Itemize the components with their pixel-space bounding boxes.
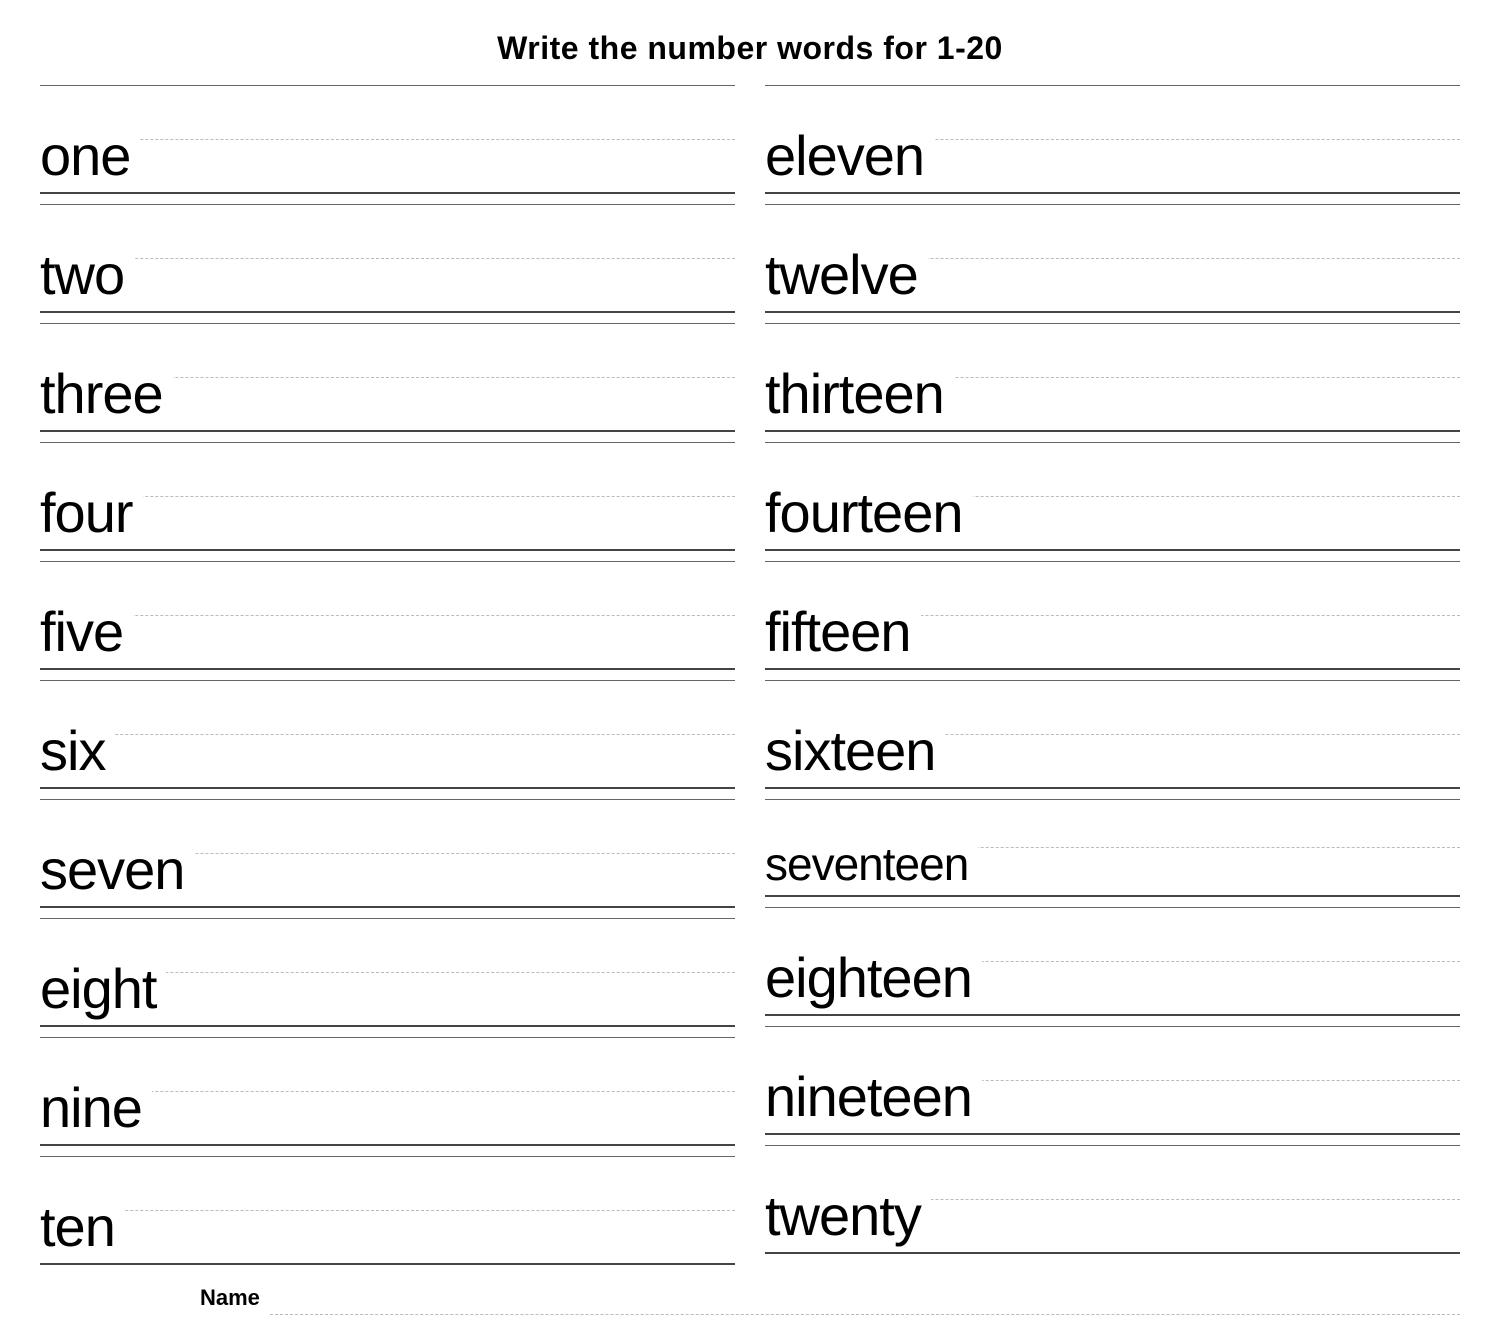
top-line-four <box>40 442 735 443</box>
entry-five: five <box>40 561 735 674</box>
entry-seventeen: seventeen <box>765 799 1460 901</box>
entry-main-ten: ten <box>40 1156 735 1265</box>
entry-nine: nine <box>40 1037 735 1150</box>
entry-main-fourteen: fourteen <box>765 442 1460 551</box>
entry-twelve: twelve <box>765 204 1460 317</box>
entry-main-one: one <box>40 85 735 194</box>
worksheet: Write the number words for 1-20 one two th… <box>40 30 1460 1315</box>
entry-main-fifteen: fifteen <box>765 561 1460 670</box>
entry-main-two: two <box>40 204 735 313</box>
word-label-twelve: twelve <box>765 242 928 311</box>
word-label-nine: nine <box>40 1075 152 1144</box>
entry-two: two <box>40 204 735 317</box>
entry-eleven: eleven <box>765 85 1460 198</box>
word-label-eighteen: eighteen <box>765 945 982 1014</box>
top-line-two <box>40 204 735 205</box>
word-label-two: two <box>40 242 134 311</box>
word-label-one: one <box>40 123 140 192</box>
entry-ten: ten <box>40 1156 735 1269</box>
entry-sixteen: sixteen <box>765 680 1460 793</box>
entry-nineteen: nineteen <box>765 1026 1460 1139</box>
word-label-ten: ten <box>40 1194 125 1263</box>
top-line-six <box>40 680 735 681</box>
top-line-three <box>40 323 735 324</box>
name-row: Name <box>40 1285 1460 1315</box>
entry-main-nineteen: nineteen <box>765 1026 1460 1135</box>
entry-main-twelve: twelve <box>765 204 1460 313</box>
word-label-six: six <box>40 718 115 787</box>
word-label-twenty: twenty <box>765 1183 931 1252</box>
dashed-mid-five <box>40 615 735 616</box>
entry-eight: eight <box>40 918 735 1031</box>
entry-main-seventeen: seventeen <box>765 799 1460 897</box>
word-label-eight: eight <box>40 956 166 1025</box>
word-label-nineteen: nineteen <box>765 1064 982 1133</box>
word-label-three: three <box>40 361 173 430</box>
entry-main-eleven: eleven <box>765 85 1460 194</box>
top-line-eight <box>40 918 735 919</box>
entry-three: three <box>40 323 735 436</box>
left-column: one two three four five six seven eight nine ten <box>40 85 735 1275</box>
top-line-sixteen <box>765 680 1460 681</box>
top-line-twenty <box>765 1145 1460 1146</box>
entry-one: one <box>40 85 735 198</box>
word-label-five: five <box>40 599 133 668</box>
top-line-one <box>40 85 735 86</box>
dashed-mid-four <box>40 496 735 497</box>
top-line-ten <box>40 1156 735 1157</box>
top-line-thirteen <box>765 323 1460 324</box>
entry-seven: seven <box>40 799 735 912</box>
word-label-fourteen: fourteen <box>765 480 973 549</box>
top-line-seventeen <box>765 799 1460 800</box>
right-column: eleven twelve thirteen fourteen fifteen sixte… <box>765 85 1460 1275</box>
word-label-seven: seven <box>40 837 194 906</box>
top-line-fifteen <box>765 561 1460 562</box>
name-line[interactable] <box>270 1289 1460 1315</box>
word-label-four: four <box>40 480 143 549</box>
entry-twenty: twenty <box>765 1145 1460 1258</box>
dashed-mid-ten <box>40 1210 735 1211</box>
entry-main-twenty: twenty <box>765 1145 1460 1254</box>
two-column-layout: onetwothreefourfivesixseveneightnineten … <box>40 85 1460 1275</box>
word-label-sixteen: sixteen <box>765 718 945 787</box>
dashed-mid-six <box>40 734 735 735</box>
entry-four: four <box>40 442 735 555</box>
name-label: Name <box>200 1285 270 1315</box>
entry-main-seven: seven <box>40 799 735 908</box>
entry-main-eighteen: eighteen <box>765 907 1460 1016</box>
entry-main-four: four <box>40 442 735 551</box>
word-label-seventeen: seventeen <box>765 837 978 895</box>
entry-main-sixteen: sixteen <box>765 680 1460 789</box>
entry-main-five: five <box>40 561 735 670</box>
top-line-nine <box>40 1037 735 1038</box>
top-line-five <box>40 561 735 562</box>
entry-six: six <box>40 680 735 793</box>
entry-thirteen: thirteen <box>765 323 1460 436</box>
entry-main-nine: nine <box>40 1037 735 1146</box>
top-line-seven <box>40 799 735 800</box>
entry-main-six: six <box>40 680 735 789</box>
entry-main-three: three <box>40 323 735 432</box>
top-line-fourteen <box>765 442 1460 443</box>
top-line-eleven <box>765 85 1460 86</box>
top-line-nineteen <box>765 1026 1460 1027</box>
entry-fifteen: fifteen <box>765 561 1460 674</box>
top-line-twelve <box>765 204 1460 205</box>
dashed-mid-one <box>40 139 735 140</box>
entry-eighteen: eighteen <box>765 907 1460 1020</box>
word-label-eleven: eleven <box>765 123 934 192</box>
dashed-mid-two <box>40 258 735 259</box>
word-label-fifteen: fifteen <box>765 599 921 668</box>
top-line-eighteen <box>765 907 1460 908</box>
entry-main-eight: eight <box>40 918 735 1027</box>
entry-main-thirteen: thirteen <box>765 323 1460 432</box>
entry-fourteen: fourteen <box>765 442 1460 555</box>
word-label-thirteen: thirteen <box>765 361 954 430</box>
page-title: Write the number words for 1-20 <box>40 30 1460 67</box>
